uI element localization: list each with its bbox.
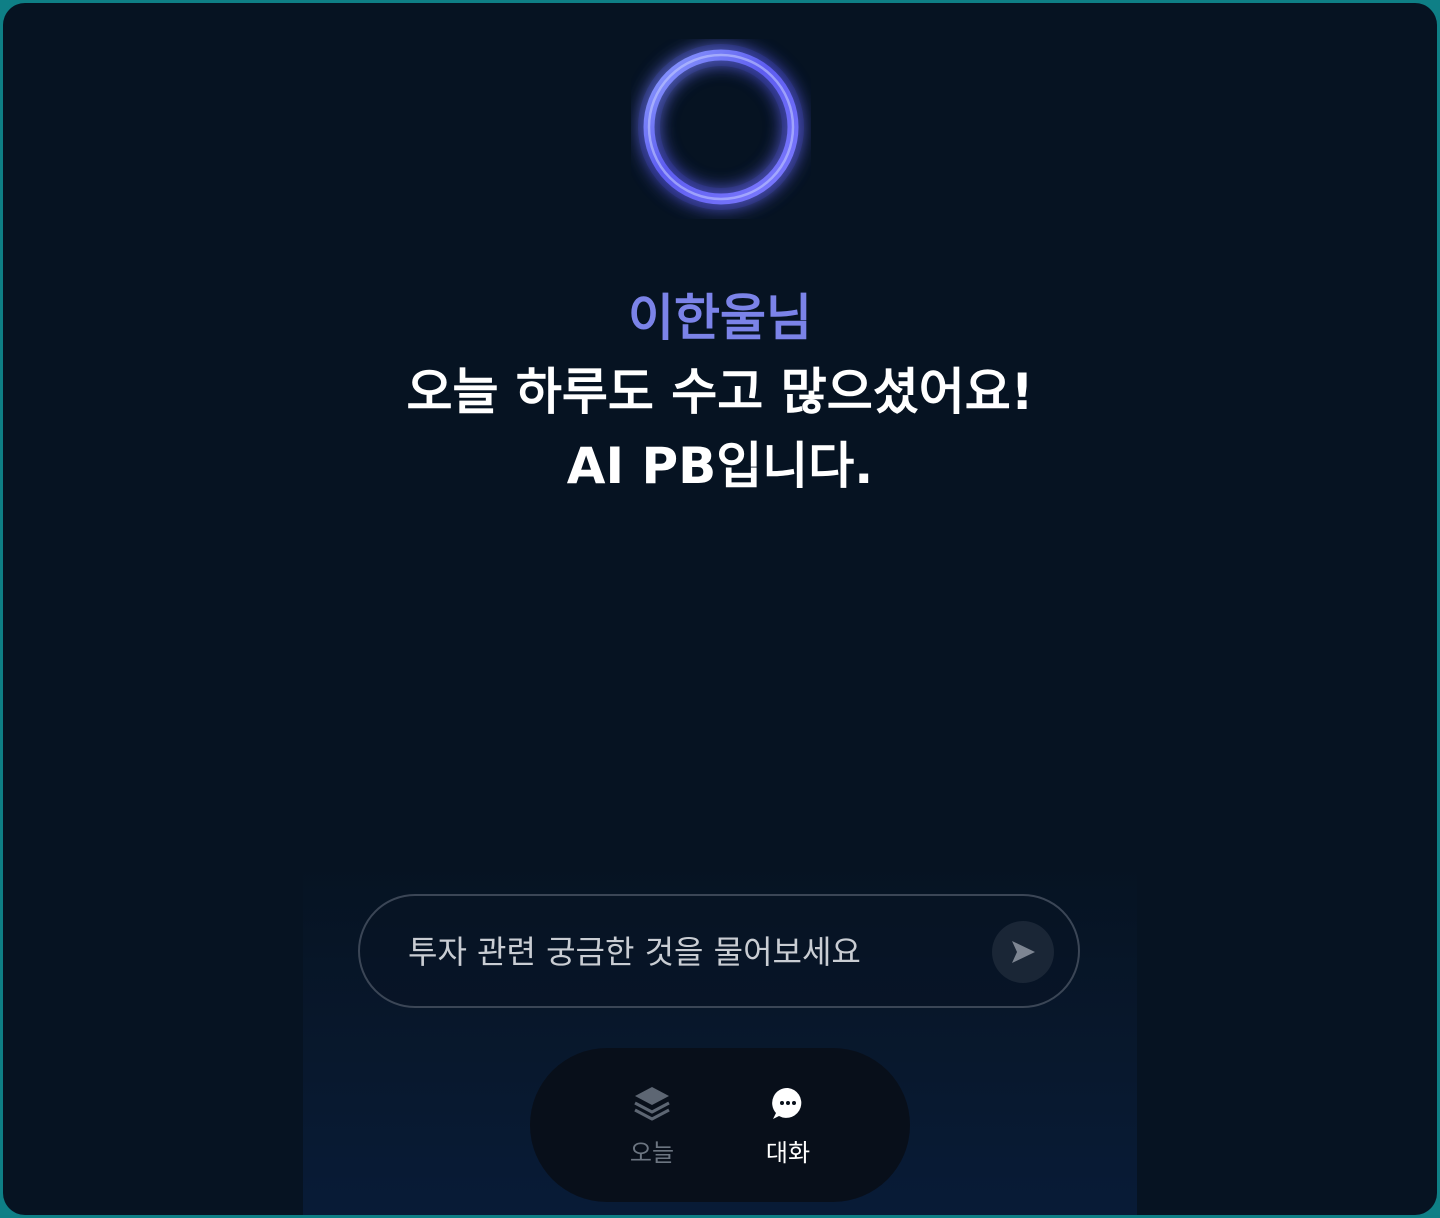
user-name-greeting: 이한울님 <box>628 289 812 347</box>
tab-today-label: 오늘 <box>629 1139 675 1167</box>
assistant-intro: AI PB입니다. <box>566 437 874 495</box>
tab-chat[interactable]: 대화 <box>728 1078 848 1178</box>
layers-icon <box>634 1087 670 1121</box>
chat-input-bar <box>358 894 1080 1008</box>
send-arrow-icon <box>1012 941 1035 963</box>
question-input[interactable] <box>406 926 970 978</box>
app-screen: 이한울님 오늘 하루도 수고 많으셨어요! AI PB입니다. 오늘 <box>3 3 1437 1215</box>
greeting-message: 오늘 하루도 수고 많으셨어요! <box>406 363 1034 421</box>
chat-bubble-icon <box>772 1087 802 1119</box>
send-button[interactable] <box>992 921 1054 983</box>
tab-chat-label: 대화 <box>765 1139 811 1167</box>
ai-orb-icon <box>631 39 811 219</box>
bottom-tab-bar: 오늘 대화 <box>530 1048 910 1202</box>
tab-today[interactable]: 오늘 <box>592 1078 712 1178</box>
